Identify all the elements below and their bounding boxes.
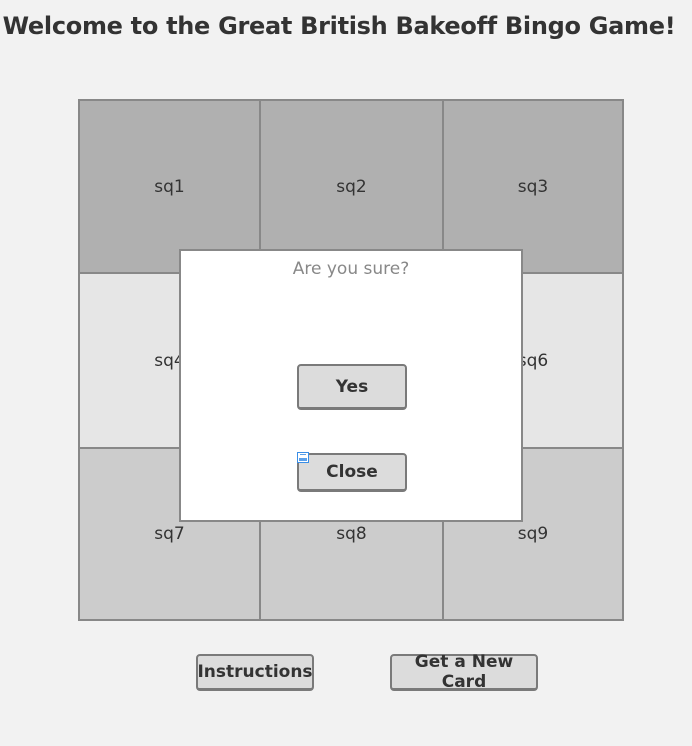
- new-card-button[interactable]: Get a New Card: [390, 652, 538, 692]
- dialog-title: Are you sure?: [292, 259, 410, 279]
- yes-button[interactable]: Yes: [297, 364, 407, 410]
- confirm-dialog: Are you sure? Yes Close: [179, 249, 523, 522]
- broken-image-icon: [297, 452, 309, 463]
- instructions-button[interactable]: Instructions: [196, 654, 314, 691]
- close-button[interactable]: Close: [297, 453, 407, 492]
- page-title: Welcome to the Great British Bakeoff Bin…: [2, 12, 676, 40]
